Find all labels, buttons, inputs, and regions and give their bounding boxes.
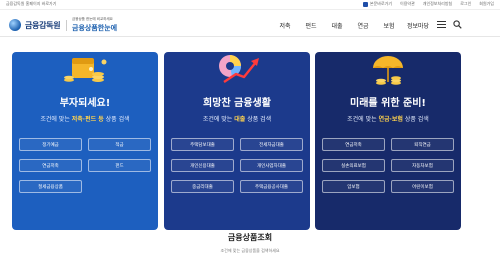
product-button[interactable]: 주택담보대출: [171, 138, 234, 151]
pension-insurance-card: 미래를 위한 준비! 조건에 맞는 연금·보험 상품 검색 연금저축 퇴직연금 …: [315, 52, 461, 230]
nav-pension[interactable]: 연금: [350, 21, 376, 30]
nav-funds[interactable]: 펀드: [298, 21, 324, 30]
logo-divider: [66, 19, 68, 31]
fss-home-link[interactable]: 금융감독원 홈페이지 바로가기: [6, 1, 56, 7]
brand-title: 금융상품한눈에: [72, 24, 118, 32]
org-name: 금융감독원: [25, 20, 61, 30]
search-icon[interactable]: [453, 20, 462, 29]
utility-links: 본문바로가기 이용약관 개인정보처리방침 로그인 회원가입: [362, 1, 494, 7]
nav-savings[interactable]: 저축: [272, 21, 298, 30]
product-button[interactable]: 연금저축: [19, 159, 82, 172]
util-link-terms[interactable]: 이용약관: [400, 1, 415, 7]
product-button[interactable]: 개인신용대출: [171, 159, 234, 172]
card-description: 조건에 맞는 저축·펀드 등 상품 검색: [40, 116, 130, 123]
fss-logo[interactable]: 금융감독원: [9, 19, 69, 31]
card-button-grid: 연금저축 퇴직연금 실손의료보험 자동차보험 암보험 어린이보험: [322, 138, 454, 193]
site-header: 금융감독원 금융상품 한눈에 비교하세요 금융상품한눈에 저축 펀드 대출 연금…: [0, 10, 500, 37]
nav-info[interactable]: 정보마당: [402, 21, 434, 30]
checkbox-icon: [362, 1, 368, 7]
util-link-signup[interactable]: 회원가입: [479, 1, 494, 7]
util-link-login[interactable]: 로그인: [460, 1, 471, 7]
product-button[interactable]: 전세자금대출: [240, 138, 303, 151]
card-title: 희망찬 금융생활: [203, 98, 271, 109]
wallet-coins-icon: [64, 58, 107, 82]
top-utility-bar: 금융감독원 홈페이지 바로가기 본문바로가기 이용약관 개인정보처리방침 로그인…: [0, 0, 500, 10]
pie-chart-arrow-icon: [219, 55, 259, 83]
product-button[interactable]: 어린이보험: [391, 180, 454, 193]
card-description: 조건에 맞는 연금·보험 상품 검색: [347, 116, 429, 123]
card-description: 조건에 맞는 대출 상품 검색: [202, 116, 272, 123]
nav-insurance[interactable]: 보험: [376, 21, 402, 30]
card-title: 부자되세요!: [59, 98, 111, 109]
main-nav: 저축 펀드 대출 연금 보험 정보마당: [272, 21, 434, 30]
util-link-privacy[interactable]: 개인정보처리방침: [423, 1, 452, 7]
product-button[interactable]: 암보험: [322, 180, 385, 193]
product-button[interactable]: 절세금융상품: [19, 180, 82, 193]
product-button[interactable]: 실손의료보험: [322, 159, 385, 172]
product-button[interactable]: 펀드: [88, 159, 151, 172]
product-button[interactable]: 정기예금: [19, 138, 82, 151]
product-button[interactable]: 개인사업자대출: [240, 159, 303, 172]
product-button[interactable]: 연금저축: [322, 138, 385, 151]
card-button-grid: 주택담보대출 전세자금대출 개인신용대출 개인사업자대출 중금리대출 주택금융공…: [171, 138, 303, 193]
section-subtitle: 조건에 맞는 금융상품을 검색하세요: [220, 248, 280, 253]
product-button[interactable]: 자동차보험: [391, 159, 454, 172]
util-link-skip[interactable]: 본문바로가기: [362, 1, 392, 7]
card-button-grid: 정기예금 적금 연금저축 펀드 절세금융상품: [19, 138, 151, 193]
product-button[interactable]: 적금: [88, 138, 151, 151]
menu-icon[interactable]: [437, 21, 446, 28]
section-title: 금융상품조회: [227, 233, 273, 242]
loans-card: 희망찬 금융생활 조건에 맞는 대출 상품 검색 주택담보대출 전세자금대출 개…: [164, 52, 310, 230]
product-button[interactable]: 퇴직연금: [391, 138, 454, 151]
globe-logo-icon: [9, 19, 21, 31]
card-title: 미래를 위한 준비!: [350, 98, 426, 109]
product-button[interactable]: 중금리대출: [171, 180, 234, 193]
brand-subtitle: 금융상품 한눈에 비교하세요: [72, 17, 113, 21]
umbrella-coins-icon: [373, 56, 403, 85]
site-brand[interactable]: 금융상품 한눈에 비교하세요 금융상품한눈에: [72, 17, 117, 33]
savings-card: 부자되세요! 조건에 맞는 저축·펀드 등 상품 검색 정기예금 적금 연금저축…: [12, 52, 158, 230]
product-button[interactable]: 주택금융공사대출: [240, 180, 303, 193]
product-cards: 부자되세요! 조건에 맞는 저축·펀드 등 상품 검색 정기예금 적금 연금저축…: [12, 52, 463, 230]
nav-loans[interactable]: 대출: [324, 21, 350, 30]
